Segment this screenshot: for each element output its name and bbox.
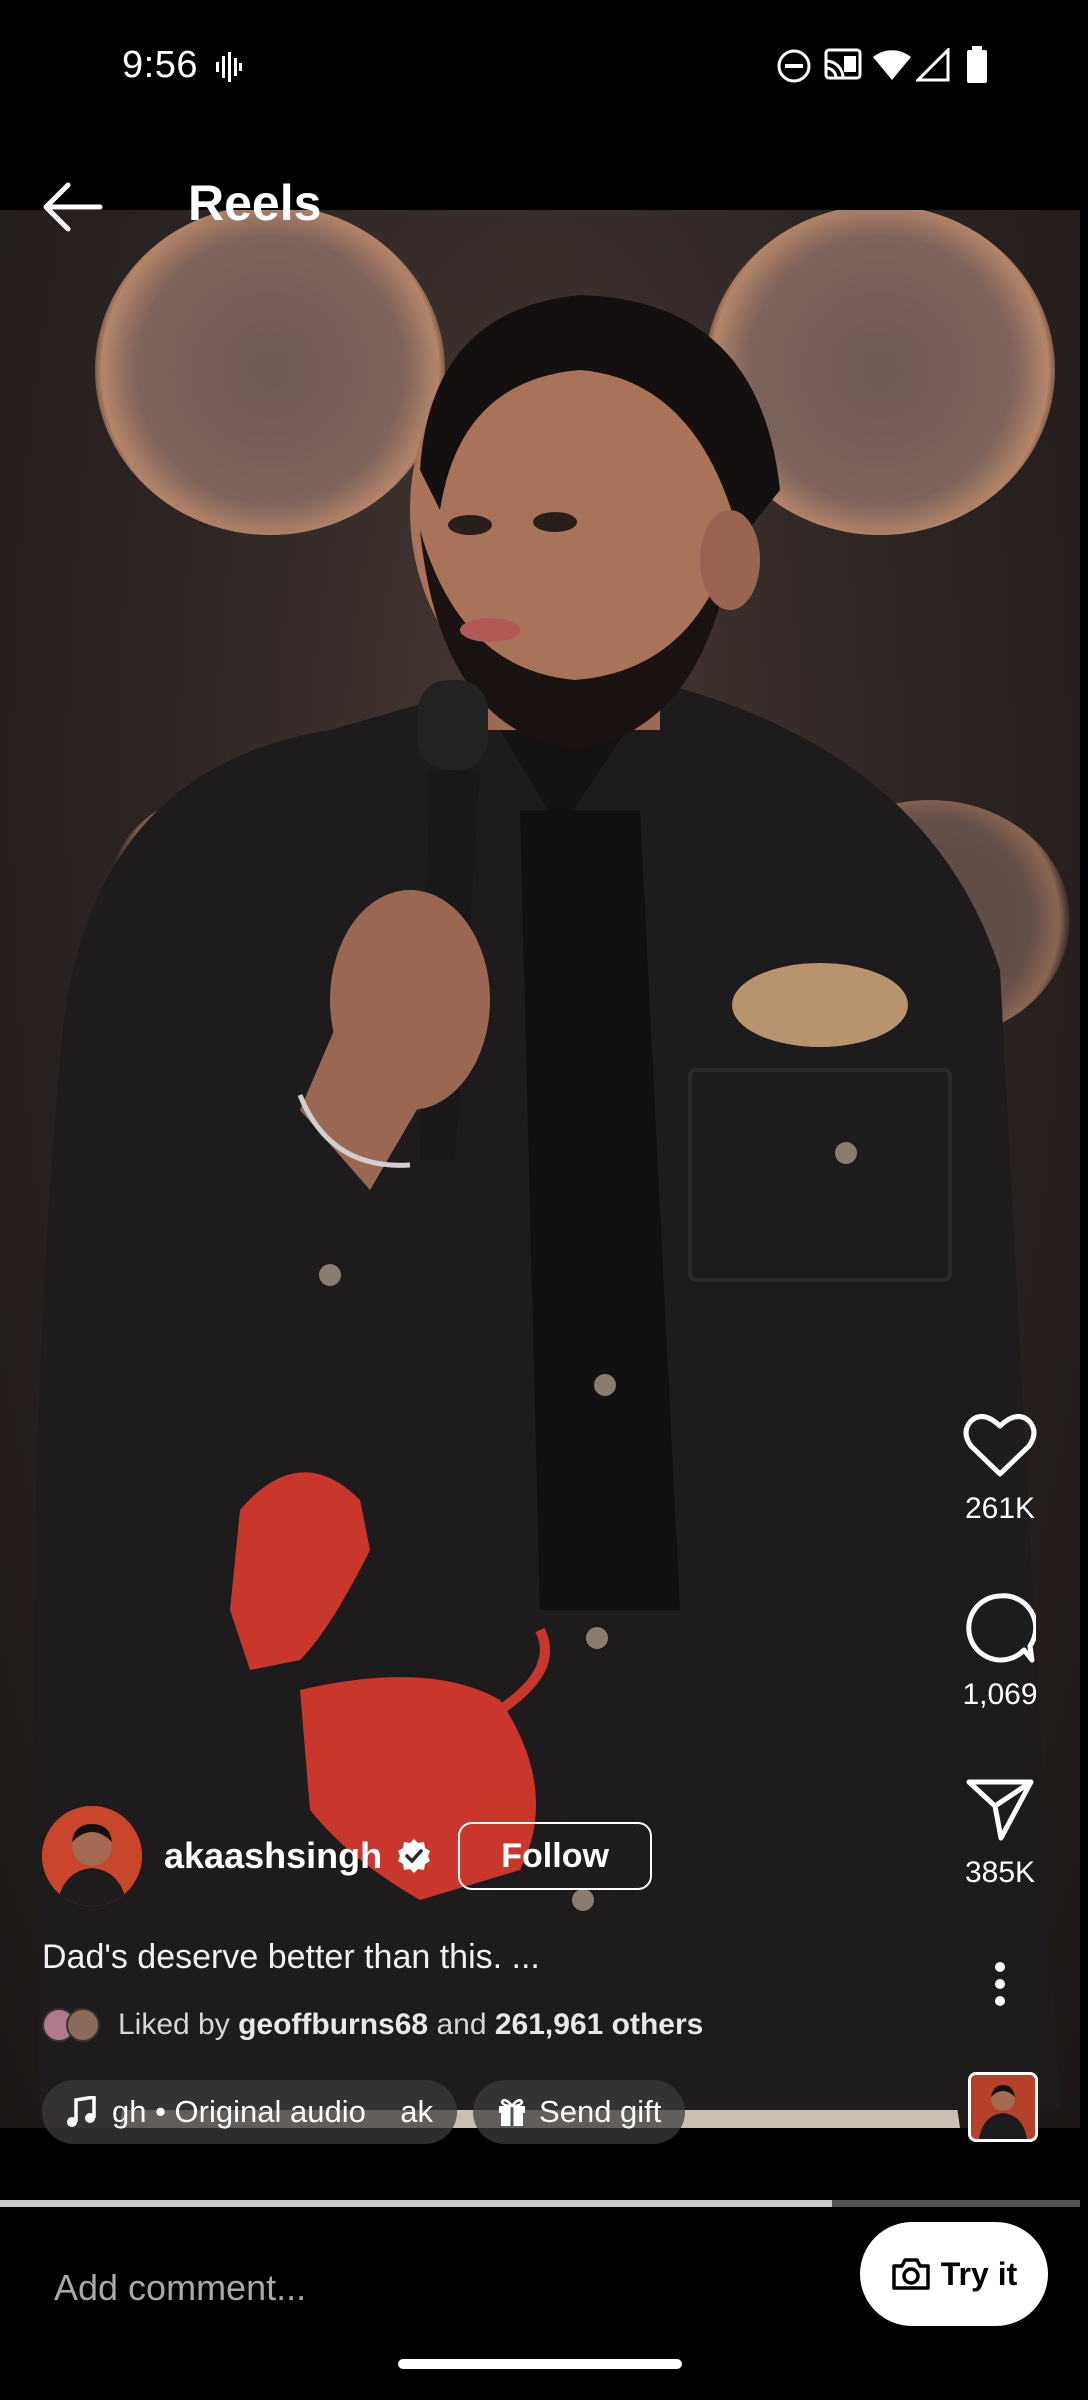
wifi-icon <box>873 50 911 80</box>
share-count: 385K <box>964 1856 1036 1889</box>
author-row: akaashsingh Follow <box>42 1806 653 1906</box>
liked-by-prefix: Liked by <box>118 2008 230 2041</box>
try-it-button[interactable]: Try it <box>860 2222 1048 2326</box>
liked-avatars <box>42 2008 100 2042</box>
reel-chips: gh • Original audio ak Send gift <box>42 2080 686 2144</box>
gift-icon <box>499 2098 526 2126</box>
comment-bar: Add comment... Try it <box>0 2207 1088 2400</box>
battery-icon <box>967 46 987 83</box>
home-indicator[interactable] <box>398 2359 682 2369</box>
status-bar: 9:56 <box>0 0 1088 135</box>
liked-by-row[interactable]: Liked by geoffburns68 and 261,961 others <box>42 2008 703 2042</box>
audio-thumbnail[interactable] <box>968 2072 1038 2142</box>
status-time: 9:56 <box>122 44 198 86</box>
voice-icon <box>216 52 242 82</box>
send-gift-chip[interactable]: Send gift <box>473 2080 686 2144</box>
camera-icon <box>892 2258 930 2290</box>
comment-icon <box>966 1593 1036 1663</box>
verified-badge-icon <box>398 1839 431 1873</box>
avatar[interactable] <box>42 1806 142 1906</box>
cast-icon <box>824 48 862 80</box>
top-bar: Reels <box>0 150 1088 260</box>
liked-by-others[interactable]: 261,961 others <box>495 2008 703 2042</box>
comment-input[interactable]: Add comment... <box>54 2267 306 2309</box>
heart-icon <box>963 1414 1037 1477</box>
page-title: Reels <box>188 175 322 231</box>
reel-caption[interactable]: Dad's deserve better than this. ... <box>42 1938 540 1977</box>
liked-by-user[interactable]: geoffburns68 <box>238 2008 428 2042</box>
original-audio-chip[interactable]: gh • Original audio ak <box>42 2080 458 2144</box>
send-gift-label: Send gift <box>539 2094 662 2129</box>
try-it-label: Try it <box>940 2255 1018 2292</box>
follow-button[interactable]: Follow <box>458 1822 653 1890</box>
back-arrow-icon[interactable] <box>38 172 108 242</box>
more-options-button[interactable] <box>930 1962 1070 2006</box>
music-note-icon <box>67 2096 96 2127</box>
more-vertical-icon <box>995 1962 1005 2006</box>
liked-by-middle: and <box>436 2008 487 2041</box>
comment-button[interactable]: 1,069 <box>930 1592 1070 1712</box>
like-button[interactable]: 261K <box>930 1412 1070 1526</box>
like-count: 261K <box>964 1492 1036 1525</box>
send-icon <box>966 1779 1034 1841</box>
do-not-disturb-icon <box>777 49 811 83</box>
audio-label: gh • Original audio ak <box>112 2094 434 2129</box>
author-username[interactable]: akaashsingh <box>164 1835 382 1877</box>
playback-progress-fill <box>0 2200 832 2207</box>
share-button[interactable]: 385K <box>930 1778 1070 1890</box>
comment-count: 1,069 <box>962 1678 1038 1711</box>
playback-progress[interactable] <box>0 2200 1080 2207</box>
liker-avatar <box>66 2008 100 2042</box>
signal-icon <box>916 48 950 82</box>
